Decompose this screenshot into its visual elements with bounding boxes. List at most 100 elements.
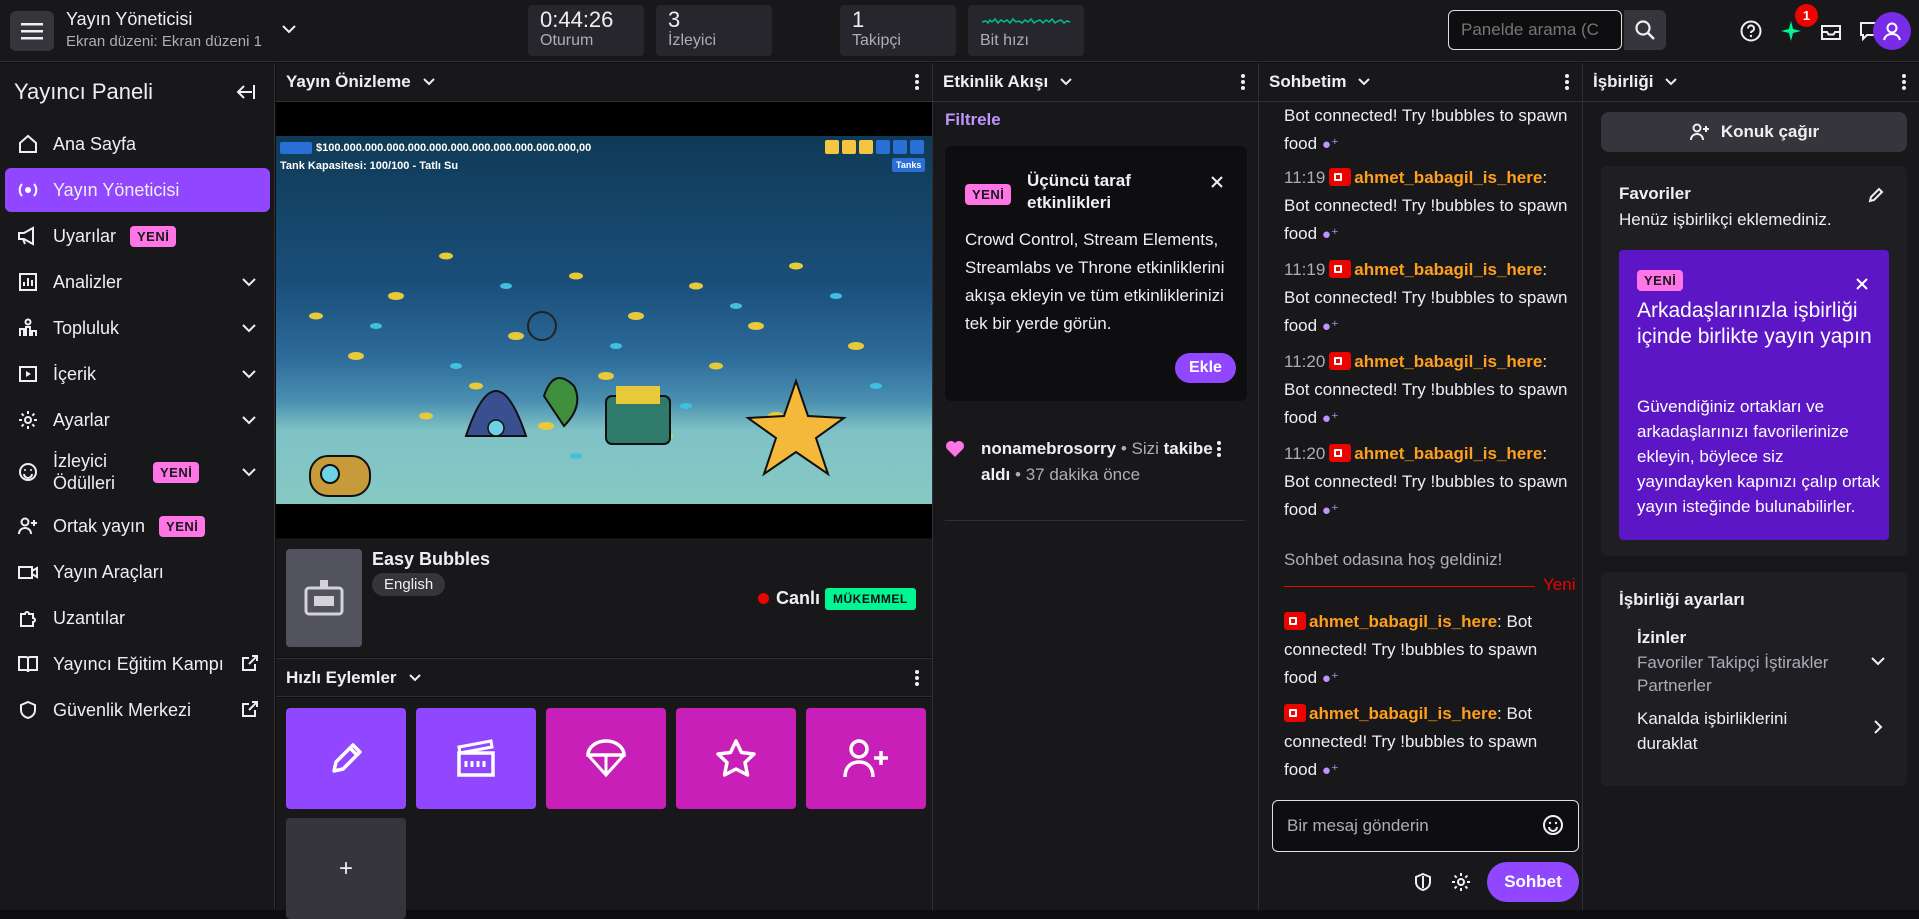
search-button[interactable] [1624,10,1666,50]
more-options-icon[interactable] [914,669,920,687]
new-messages-divider [1284,586,1554,587]
sidebar-item-stream-manager[interactable]: Yayın Yöneticisi [5,168,270,212]
message-username[interactable]: ahmet_babagil_is_here [1309,704,1497,723]
sidebar-item-community[interactable]: Topluluk [5,306,270,350]
chevron-down-icon[interactable] [1058,74,1074,90]
camera-icon [17,561,39,583]
more-options-icon[interactable] [1240,73,1246,91]
edit-stream-info-action[interactable] [286,708,406,809]
bubbles-emote-icon: ●⁺ [1321,670,1339,687]
chat-input[interactable]: Bir mesaj gönderin [1272,800,1579,852]
message-username[interactable]: ahmet_babagil_is_here [1354,260,1542,279]
close-icon [1856,278,1868,290]
chat-settings-button[interactable] [1451,872,1471,892]
home-icon [17,133,39,155]
collapse-sidebar-button[interactable] [232,82,256,102]
run-ad-action[interactable] [416,708,536,809]
sidebar-item-analytics[interactable]: Analizler [5,260,270,304]
content-icon [17,363,39,385]
smiley-icon [1543,815,1563,835]
sidebar-item-bootcamp[interactable]: Yayıncı Eğitim Kampı [5,642,270,686]
filter-button[interactable]: Filtrele [945,110,1001,130]
permissions-label: İzinler [1637,628,1687,647]
send-chat-button[interactable]: Sohbet [1487,862,1579,902]
broadcaster-badge-icon [1329,352,1352,370]
sidebar-item-alerts[interactable]: Uyarılar YENİ [5,214,270,258]
search-input[interactable] [1448,10,1622,50]
raid-action[interactable] [546,708,666,809]
notification-count-badge: 1 [1795,4,1818,27]
highlight-action[interactable] [676,708,796,809]
megaphone-icon [17,225,39,247]
sidebar-item-settings[interactable]: Ayarlar [5,398,270,442]
mod-settings-button[interactable] [1413,872,1433,892]
close-promo-button[interactable] [1854,276,1870,292]
new-badge: YENİ [130,225,177,247]
sidebar-item-viewer-rewards[interactable]: İzleyici Ödülleri YENİ [5,444,270,500]
bitrate-stat[interactable]: Bit hızı [968,5,1084,56]
pause-collabs-row[interactable]: Kanalda işbirliklerini duraklat [1637,706,1887,756]
event-more-options-icon[interactable] [1216,440,1222,458]
chevron-down-icon[interactable] [1356,74,1372,90]
chat-message: ahmet_babagil_is_here: Bot connected! Tr… [1284,608,1574,693]
follow-event[interactable]: nonamebrosorry • Sizi takibe aldı • 37 d… [945,436,1235,488]
inbox-icon [1821,25,1841,40]
layout-dropdown-button[interactable] [280,20,298,38]
message-username[interactable]: ahmet_babagil_is_here [1309,612,1497,631]
sidebar-item-collab-stream[interactable]: Ortak yayın YENİ [5,504,270,548]
sidebar-item-label: Analizler [53,271,123,292]
more-options-icon[interactable] [1564,73,1570,91]
sidebar-item-extensions[interactable]: Uzantılar [5,596,270,640]
chevron-down-icon[interactable] [1663,74,1679,90]
chevron-down-icon [1869,652,1887,670]
sidebar-item-home[interactable]: Ana Sayfa [5,122,270,166]
viewers-stat[interactable]: 3 İzleyici [656,5,772,56]
add-events-button[interactable]: Ekle [1175,353,1236,383]
add-quick-action-button[interactable]: + [286,818,406,919]
settings-title: İşbirliği ayarları [1619,590,1745,609]
community-icon [17,317,39,339]
invite-guest-button[interactable]: Konuk çağır [1601,112,1907,152]
emote-picker-button[interactable] [1542,814,1564,836]
session-stat[interactable]: 0:44:26 Oturum [528,5,644,56]
add-guest-action[interactable] [806,708,926,809]
stream-preview[interactable]: $100.000.000.000.000.000.000.000.000.000… [276,102,932,538]
bubbles-emote-icon: ●⁺ [1321,502,1339,519]
sidebar-item-content[interactable]: İçerik [5,352,270,396]
chevron-down-icon[interactable] [421,74,437,90]
user-avatar[interactable] [1873,12,1911,50]
bubbles-emote-icon: ●⁺ [1321,226,1339,243]
bubbles-emote-icon: ●⁺ [1321,410,1339,427]
message-username[interactable]: ahmet_babagil_is_here [1354,444,1542,463]
stream-health-badge[interactable]: MÜKEMMEL [825,588,916,610]
card-body: Crowd Control, Stream Elements, Streamla… [965,230,1225,333]
followers-stat[interactable]: 1 Takipçi [840,5,956,56]
chart-icon [17,271,39,293]
inbox-button[interactable] [1814,14,1848,48]
more-options-icon[interactable] [914,73,920,91]
sidebar-item-label: Yayın Yöneticisi [53,179,180,200]
game-title[interactable]: Easy Bubbles [372,549,490,570]
message-time: 11:19 [1284,168,1326,187]
broadcaster-badge-icon [1284,704,1306,722]
message-time: 11:20 [1284,444,1326,463]
sidebar-item-safety-center[interactable]: Güvenlik Merkezi [5,688,270,732]
permissions-row[interactable]: İzinler Favoriler Takipçi İştirakler Par… [1637,628,1887,697]
hamburger-menu-button[interactable] [10,11,54,51]
chevron-down-icon[interactable] [407,670,423,686]
sidebar-item-stream-tools[interactable]: Yayın Araçları [5,550,270,594]
help-button[interactable] [1734,14,1768,48]
language-tag[interactable]: English [372,573,446,596]
sidebar-item-label: Ayarlar [53,409,110,430]
game-thumbnail[interactable] [286,549,362,647]
close-card-button[interactable] [1209,174,1225,190]
viewers-label: İzleyici [668,32,717,49]
chat-message: 11:19 ahmet_babagil_is_here: Bot connecte… [1284,256,1574,341]
message-username[interactable]: ahmet_babagil_is_here [1354,352,1542,371]
edit-favorites-button[interactable] [1867,186,1885,204]
event-separator: • Sizi [1116,439,1164,458]
sidebar-item-label: İzleyici Ödülleri [53,451,116,493]
bubbles-emote-icon: ●⁺ [1321,136,1339,153]
more-options-icon[interactable] [1901,73,1907,91]
message-username[interactable]: ahmet_babagil_is_here [1354,168,1542,187]
